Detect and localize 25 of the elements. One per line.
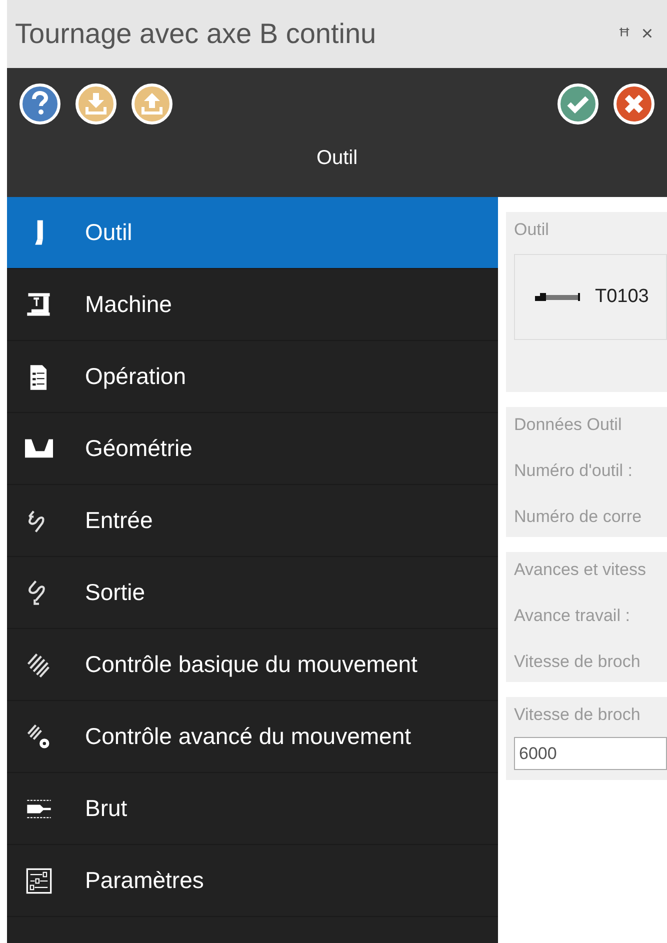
section-title: Données Outil: [514, 415, 623, 435]
check-icon[interactable]: [557, 83, 599, 125]
close-icon[interactable]: [613, 83, 655, 125]
field-label: Numéro de corre: [514, 507, 643, 527]
window-title: Tournage avec axe B continu: [15, 18, 378, 50]
sidebar-item[interactable]: Outil: [7, 197, 498, 269]
menu-icon: [34, 219, 44, 246]
section-title: Avances et vitess: [514, 560, 647, 580]
tool-icon: [535, 291, 581, 303]
menu-icon: [25, 866, 53, 894]
download-icon[interactable]: [75, 83, 117, 125]
field-label: Vitesse de broch: [514, 652, 642, 672]
tool-name: T0103: [595, 286, 649, 308]
field-label: Avance travail :: [514, 606, 631, 626]
section-heading: Outil: [315, 147, 359, 170]
section-title: Outil: [514, 220, 550, 240]
help-icon[interactable]: [19, 83, 61, 125]
upload-icon[interactable]: [131, 83, 173, 125]
menu-icon: [25, 290, 53, 318]
field-label: Vitesse de broch: [514, 705, 642, 725]
tool-card[interactable]: T0103: [514, 254, 667, 340]
pin-button[interactable]: ꟸ: [613, 20, 636, 48]
input-field[interactable]: 6000: [514, 737, 667, 770]
close-button[interactable]: ×: [635, 22, 659, 46]
field-label: Numéro d'outil :: [514, 461, 634, 481]
